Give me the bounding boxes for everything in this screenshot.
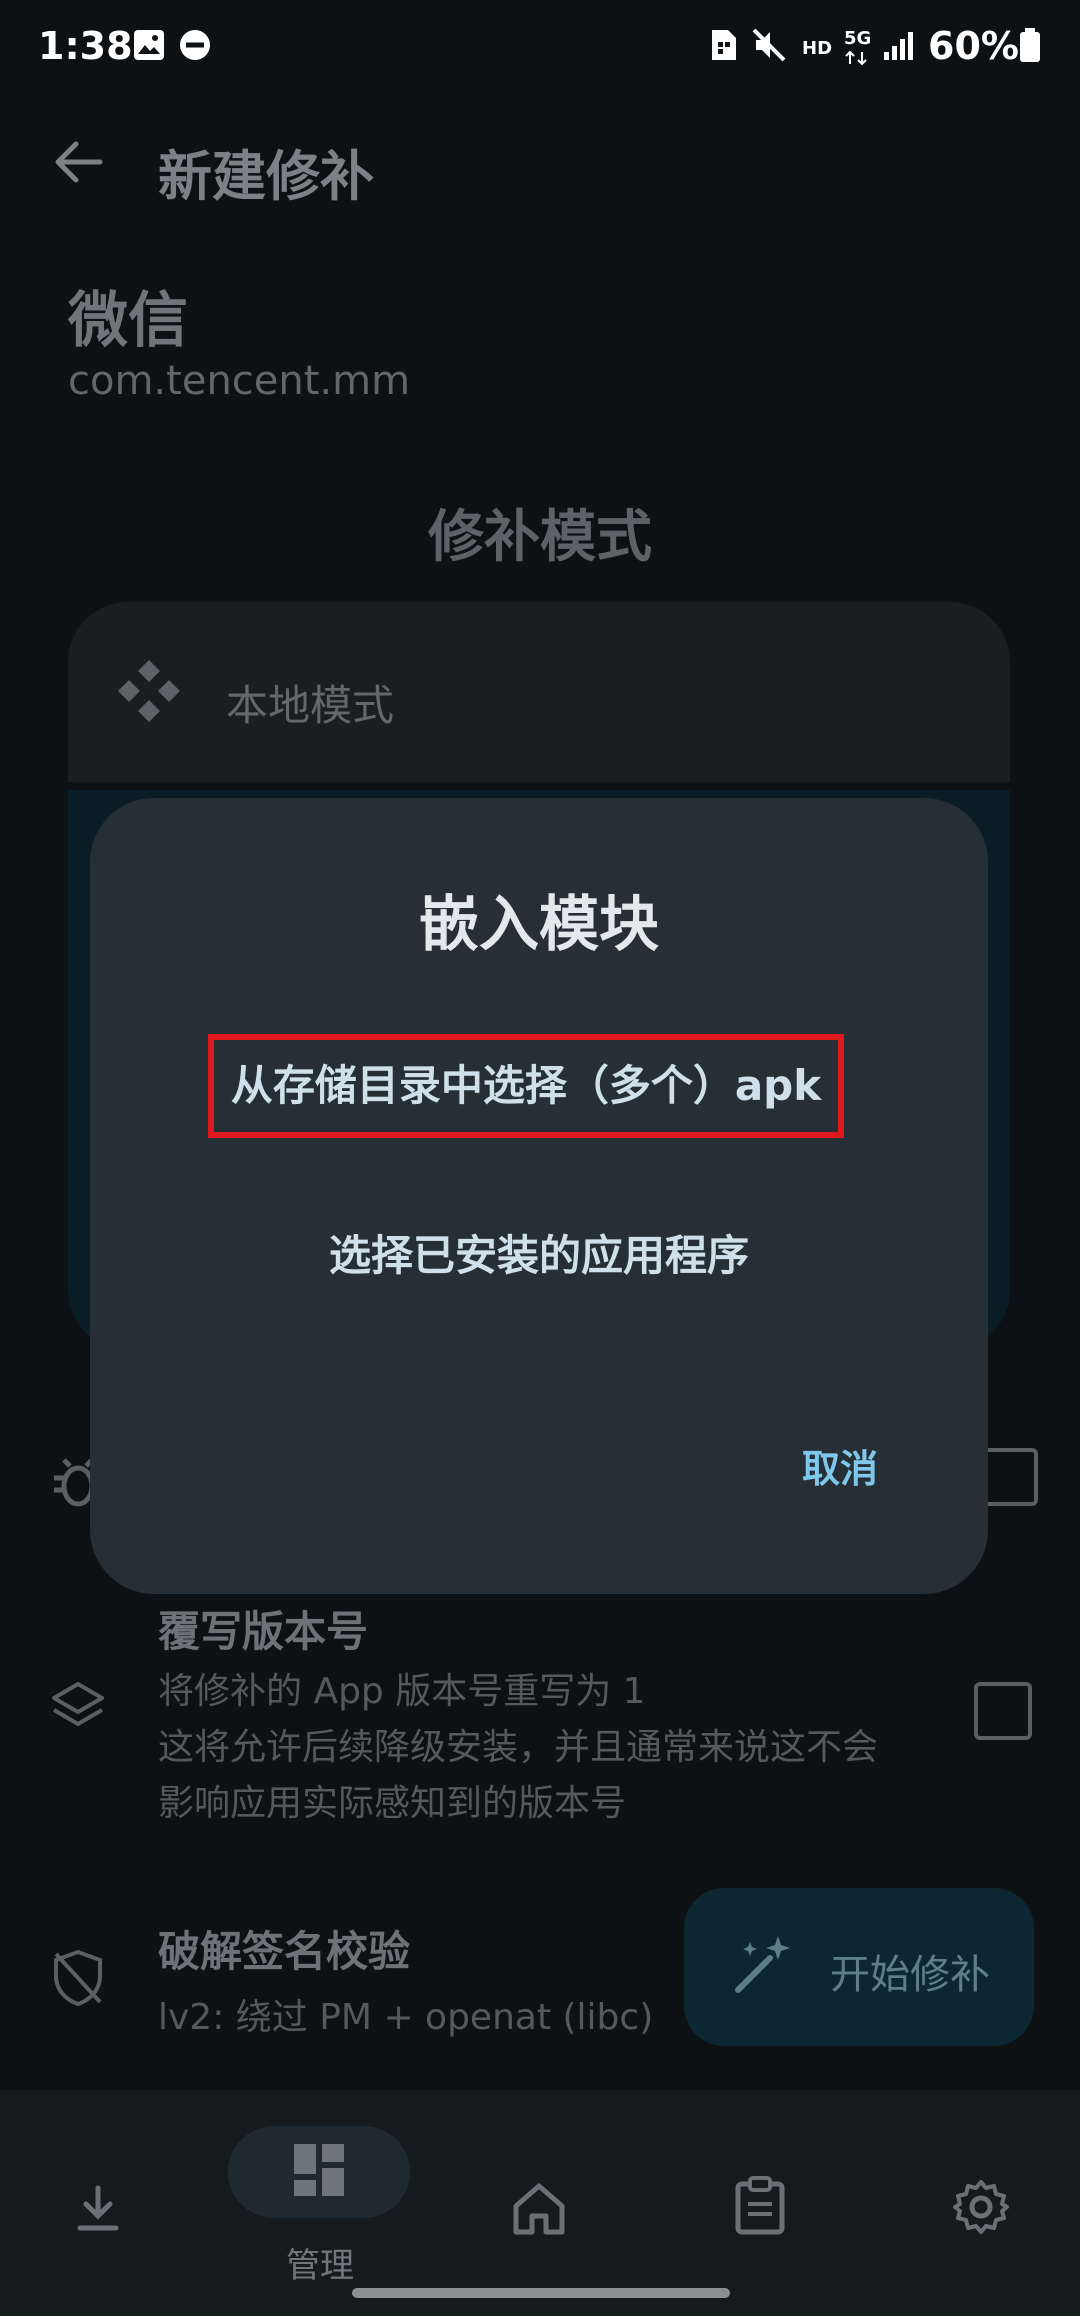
local-mode-option[interactable]: 本地模式 bbox=[68, 602, 1010, 782]
select-installed-app-option[interactable]: 选择已安装的应用程序 bbox=[90, 1222, 988, 1283]
magic-wand-icon bbox=[735, 1936, 790, 1993]
status-bar: 1:38 HD 5G 60% bbox=[0, 0, 1080, 96]
download-icon[interactable] bbox=[72, 2182, 124, 2234]
bottom-nav: 管理 bbox=[0, 2090, 1080, 2316]
dnd-icon bbox=[180, 30, 210, 60]
override-version-desc-2: 这将允许后续降级安装，并且通常来说这不会 bbox=[158, 1727, 879, 1768]
page-title: 新建修补 bbox=[158, 145, 374, 208]
override-version-desc-1: 将修补的 App 版本号重写为 1 bbox=[158, 1671, 646, 1712]
network-label: 5G bbox=[844, 28, 872, 49]
clipboard-icon[interactable] bbox=[734, 2176, 786, 2236]
gear-icon[interactable] bbox=[952, 2178, 1010, 2236]
override-version-desc-3: 影响应用实际感知到的版本号 bbox=[158, 1783, 627, 1824]
select-from-storage-option[interactable]: 从存储目录中选择（多个）apk bbox=[208, 1034, 844, 1138]
nav-manage-label: 管理 bbox=[286, 2246, 354, 2286]
home-icon[interactable] bbox=[510, 2180, 568, 2236]
status-time: 1:38 bbox=[38, 24, 133, 68]
home-indicator[interactable] bbox=[352, 2288, 730, 2298]
override-version-title: 覆写版本号 bbox=[158, 1607, 369, 1656]
mode-diamond-icon bbox=[118, 660, 180, 722]
signal-icon bbox=[884, 32, 913, 60]
back-arrow-icon[interactable] bbox=[48, 132, 108, 192]
hd-label: HD bbox=[802, 38, 833, 59]
shield-off-icon bbox=[54, 1949, 102, 2007]
override-version-checkbox[interactable] bbox=[974, 1682, 1032, 1740]
sig-bypass-title: 破解签名校验 bbox=[158, 1927, 411, 1976]
battery-icon bbox=[1020, 28, 1040, 62]
layers-icon bbox=[52, 1682, 104, 1726]
app-package: com.tencent.mm bbox=[68, 358, 411, 404]
sim-icon bbox=[712, 30, 736, 60]
dialog-title: 嵌入模块 bbox=[419, 890, 659, 960]
start-patch-button[interactable]: 开始修补 bbox=[684, 1888, 1034, 2046]
embed-module-dialog: 嵌入模块 从存储目录中选择（多个）apk 选择已安装的应用程序 取消 bbox=[90, 798, 988, 1594]
app-name: 微信 bbox=[68, 286, 188, 356]
sig-bypass-desc: lv2: 绕过 PM + openat (libc) bbox=[158, 1997, 654, 2038]
image-icon bbox=[134, 30, 164, 60]
start-patch-label: 开始修补 bbox=[830, 1952, 990, 1998]
mute-icon bbox=[752, 28, 786, 62]
battery-percent: 60% bbox=[928, 24, 1019, 68]
dashboard-icon bbox=[294, 2144, 344, 2196]
patch-mode-title: 修补模式 bbox=[428, 505, 652, 570]
local-mode-label: 本地模式 bbox=[226, 681, 395, 730]
debuggable-checkbox[interactable] bbox=[980, 1448, 1038, 1506]
cancel-button[interactable]: 取消 bbox=[802, 1438, 878, 1493]
data-arrows-icon bbox=[845, 50, 867, 66]
